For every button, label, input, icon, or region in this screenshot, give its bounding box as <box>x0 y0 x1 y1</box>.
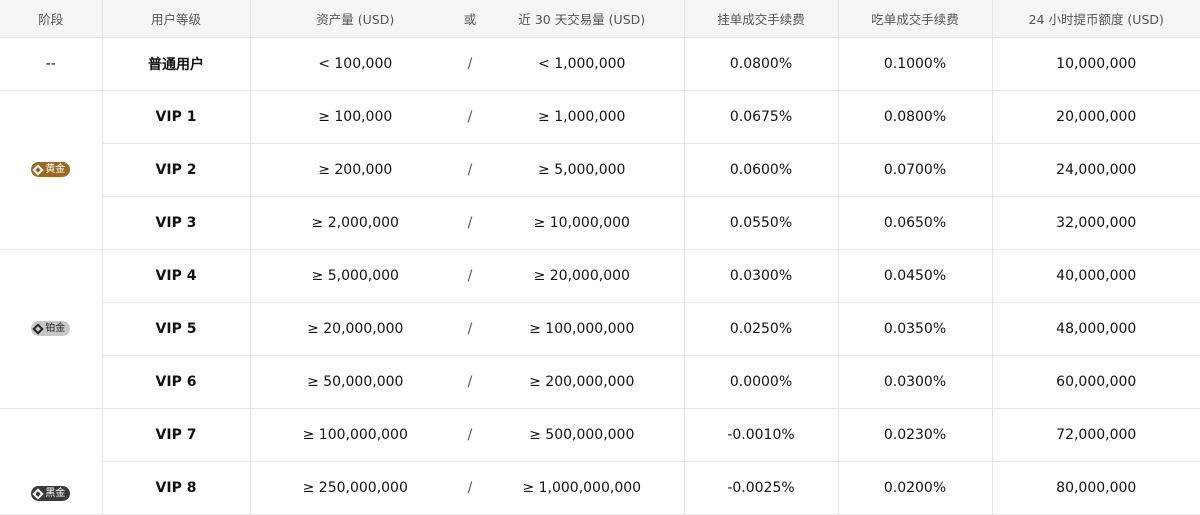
withdraw-limit-cell: 10,000,000 <box>992 37 1200 91</box>
volume-cell: ≥ 20,000,000 <box>480 249 685 303</box>
header-maker-fee: 挂单成交手续费 <box>684 0 839 38</box>
maker-fee-cell: 0.0675% <box>684 90 839 144</box>
level-cell: 普通用户 <box>102 37 251 91</box>
level-cell: VIP 2 <box>102 143 251 197</box>
volume-cell: ≥ 1,000,000 <box>480 90 685 144</box>
header-volume: 近 30 天交易量 (USD) <box>480 0 685 38</box>
withdraw-limit-cell: 40,000,000 <box>992 249 1200 303</box>
withdraw-limit-cell: 32,000,000 <box>992 196 1200 250</box>
platinum-badge: 铂金 <box>31 321 71 336</box>
asset-cell: ≥ 2,000,000 <box>250 196 460 250</box>
volume-cell: ≥ 100,000,000 <box>480 302 685 356</box>
badge-label: 黄金 <box>45 164 66 175</box>
maker-fee-cell: 0.0300% <box>684 249 839 303</box>
maker-fee-cell: -0.0025% <box>684 461 839 515</box>
withdraw-limit-cell: 24,000,000 <box>992 143 1200 197</box>
withdraw-limit-cell: 80,000,000 <box>992 461 1200 515</box>
header-level: 用户等级 <box>102 0 251 38</box>
table-row: VIP 3 ≥ 2,000,000 / ≥ 10,000,000 0.0550%… <box>0 196 1200 250</box>
asset-cell: ≥ 200,000 <box>250 143 460 197</box>
volume-cell: ≥ 10,000,000 <box>480 196 685 250</box>
or-separator: / <box>460 196 480 250</box>
table-row: -- 普通用户 < 100,000 / < 1,000,000 0.0800% … <box>0 37 1200 91</box>
withdraw-limit-cell: 72,000,000 <box>992 408 1200 462</box>
stage-gold: 黄金 <box>0 90 103 250</box>
maker-fee-cell: 0.0600% <box>684 143 839 197</box>
diamond-icon <box>32 163 44 176</box>
maker-fee-cell: 0.0250% <box>684 302 839 356</box>
or-separator: / <box>460 37 480 91</box>
header-asset: 资产量 (USD) <box>250 0 460 38</box>
asset-cell: ≥ 100,000,000 <box>250 408 460 462</box>
withdraw-limit-cell: 20,000,000 <box>992 90 1200 144</box>
level-cell: VIP 7 <box>102 408 251 462</box>
table-row: 黑金 VIP 7 ≥ 100,000,000 / ≥ 500,000,000 -… <box>0 408 1200 515</box>
diamond-icon <box>32 322 44 335</box>
stage-none: -- <box>0 37 103 91</box>
maker-fee-cell: -0.0010% <box>684 408 839 462</box>
level-cell: VIP 5 <box>102 302 251 356</box>
or-separator: / <box>460 249 480 303</box>
header-taker-fee: 吃单成交手续费 <box>838 0 993 38</box>
header-withdraw-limit: 24 小时提币额度 (USD) <box>992 0 1200 38</box>
level-cell: VIP 6 <box>102 355 251 409</box>
or-separator: / <box>460 408 480 462</box>
table-row: 铂金 VIP 4 ≥ 5,000,000 / ≥ 20,000,000 0.03… <box>0 249 1200 409</box>
or-separator: / <box>460 302 480 356</box>
header-or: 或 <box>460 0 480 38</box>
table-row: VIP 6 ≥ 50,000,000 / ≥ 200,000,000 0.000… <box>0 355 1200 409</box>
maker-fee-cell: 0.0000% <box>684 355 839 409</box>
asset-cell: ≥ 50,000,000 <box>250 355 460 409</box>
asset-cell: ≥ 250,000,000 <box>250 461 460 515</box>
stage-black: 黑金 <box>0 408 103 515</box>
maker-fee-cell: 0.0550% <box>684 196 839 250</box>
volume-cell: ≥ 200,000,000 <box>480 355 685 409</box>
withdraw-limit-cell: 60,000,000 <box>992 355 1200 409</box>
taker-fee-cell: 0.1000% <box>838 37 993 91</box>
taker-fee-cell: 0.0450% <box>838 249 993 303</box>
or-separator: / <box>460 355 480 409</box>
volume-cell: < 1,000,000 <box>480 37 685 91</box>
table-row: VIP 2 ≥ 200,000 / ≥ 5,000,000 0.0600% 0.… <box>0 143 1200 197</box>
taker-fee-cell: 0.0700% <box>838 143 993 197</box>
table-row: VIP 5 ≥ 20,000,000 / ≥ 100,000,000 0.025… <box>0 302 1200 356</box>
gold-badge: 黄金 <box>31 162 71 177</box>
withdraw-limit-cell: 48,000,000 <box>992 302 1200 356</box>
volume-cell: ≥ 500,000,000 <box>480 408 685 462</box>
volume-cell: ≥ 5,000,000 <box>480 143 685 197</box>
taker-fee-cell: 0.0300% <box>838 355 993 409</box>
vip-fee-table: 阶段 用户等级 资产量 (USD) 或 近 30 天交易量 (USD) 挂单成交… <box>0 0 1200 515</box>
badge-label: 黑金 <box>45 488 66 499</box>
asset-cell: ≥ 20,000,000 <box>250 302 460 356</box>
taker-fee-cell: 0.0350% <box>838 302 993 356</box>
asset-cell: < 100,000 <box>250 37 460 91</box>
taker-fee-cell: 0.0650% <box>838 196 993 250</box>
level-cell: VIP 1 <box>102 90 251 144</box>
or-separator: / <box>460 90 480 144</box>
diamond-icon <box>32 487 44 500</box>
black-badge: 黑金 <box>31 486 71 501</box>
taker-fee-cell: 0.0230% <box>838 408 993 462</box>
table-row: 黄金 VIP 1 ≥ 100,000 / ≥ 1,000,000 0.0675%… <box>0 90 1200 250</box>
stage-platinum: 铂金 <box>0 249 103 409</box>
table-header-row: 阶段 用户等级 资产量 (USD) 或 近 30 天交易量 (USD) 挂单成交… <box>0 0 1200 38</box>
badge-label: 铂金 <box>45 323 66 334</box>
table-row: VIP 8 ≥ 250,000,000 / ≥ 1,000,000,000 -0… <box>0 461 1200 515</box>
taker-fee-cell: 0.0200% <box>838 461 993 515</box>
level-cell: VIP 3 <box>102 196 251 250</box>
maker-fee-cell: 0.0800% <box>684 37 839 91</box>
level-cell: VIP 4 <box>102 249 251 303</box>
or-separator: / <box>460 461 480 515</box>
asset-cell: ≥ 5,000,000 <box>250 249 460 303</box>
volume-cell: ≥ 1,000,000,000 <box>480 461 685 515</box>
taker-fee-cell: 0.0800% <box>838 90 993 144</box>
header-stage: 阶段 <box>0 0 103 38</box>
asset-cell: ≥ 100,000 <box>250 90 460 144</box>
level-cell: VIP 8 <box>102 461 251 515</box>
or-separator: / <box>460 143 480 197</box>
